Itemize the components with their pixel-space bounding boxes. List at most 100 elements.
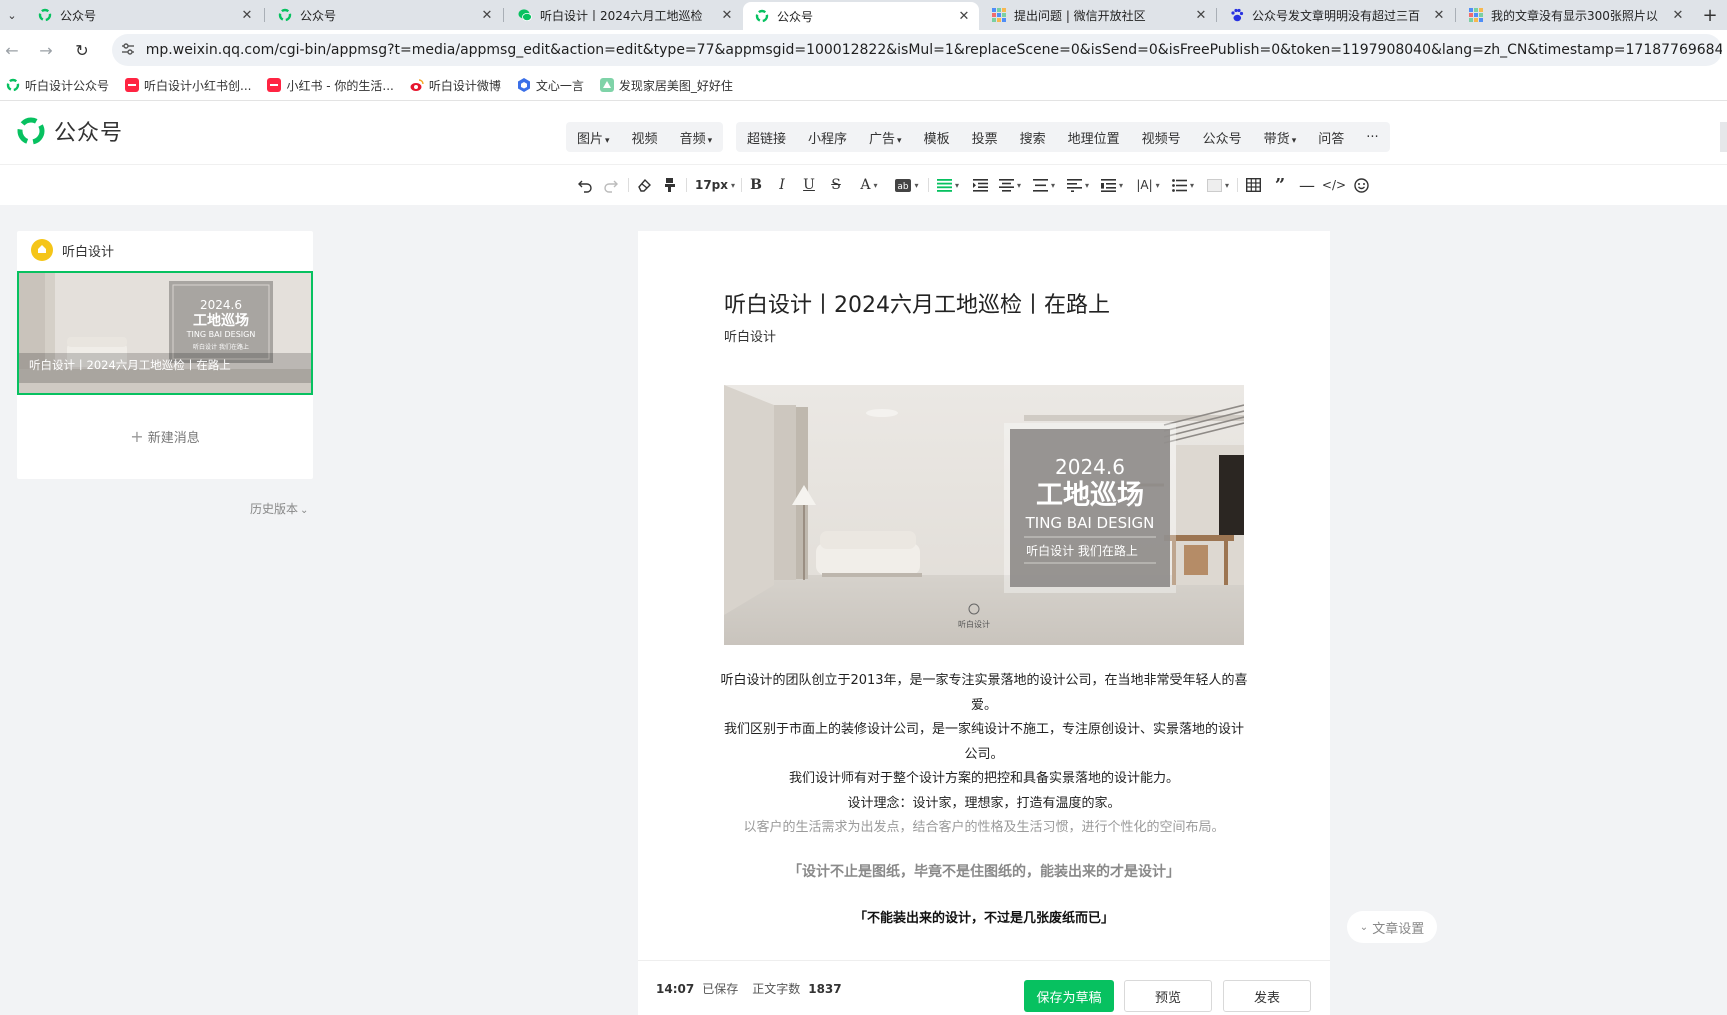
insert-channels-button[interactable]: 视频号 bbox=[1131, 128, 1192, 147]
tab-close-icon[interactable]: ✕ bbox=[1428, 8, 1450, 23]
insert-image-menu[interactable]: 图片 ▾ bbox=[566, 128, 621, 147]
paragraph-spacing-icon[interactable]: ▾ bbox=[1030, 165, 1058, 205]
tab-title: 我的文章没有显示300张照片以 bbox=[1491, 8, 1658, 23]
address-bar[interactable]: mp.weixin.qq.com/cgi-bin/appmsg?t=media/… bbox=[112, 34, 1722, 66]
new-tab-plus-icon[interactable]: + bbox=[1696, 0, 1724, 30]
clear-format-icon[interactable] bbox=[634, 165, 654, 205]
history-versions-link[interactable]: 历史版本 ⌄ bbox=[250, 500, 308, 517]
article-cover-image[interactable]: 2024.6 工地巡场 TING BAI DESIGN 听白设计 我们在路上 听… bbox=[724, 385, 1244, 645]
indent-icon[interactable] bbox=[970, 165, 990, 205]
mp-logo[interactable]: 公众号 bbox=[16, 115, 123, 147]
preview-button[interactable]: 预览 bbox=[1124, 980, 1212, 1012]
redo-icon[interactable] bbox=[601, 165, 621, 205]
cover-watermark: 听白设计 bbox=[958, 619, 990, 629]
align-justify-icon[interactable]: ▾ bbox=[934, 165, 962, 205]
bold-icon[interactable]: B bbox=[747, 165, 765, 205]
quote-paragraph[interactable]: 「不能装出来的设计，不过是几张废纸而已」 bbox=[720, 907, 1248, 932]
browser-tab[interactable]: 听白设计丨2024六月工地巡检 ✕ bbox=[506, 2, 742, 28]
font-color-icon[interactable]: A ▾ bbox=[855, 165, 883, 205]
text-width-icon[interactable]: |A| ▾ bbox=[1134, 165, 1162, 205]
insert-vote-button[interactable]: 投票 bbox=[961, 128, 1009, 147]
code-icon[interactable]: </> bbox=[1322, 165, 1346, 205]
paragraph[interactable]: 我们设计师有对于整个设计方案的把控和具备实景落地的设计能力。 bbox=[720, 767, 1248, 792]
letter-spacing-icon[interactable]: ▾ bbox=[1064, 165, 1092, 205]
underline-icon[interactable]: U bbox=[800, 165, 818, 205]
format-painter-icon[interactable] bbox=[660, 165, 680, 205]
tab-search-chevron-icon[interactable]: ⌄ bbox=[0, 0, 24, 30]
paragraph[interactable]: 以客户的生活需求为出发点，结合客户的性格及生活习惯，进行个性化的空间布局。 bbox=[720, 816, 1248, 841]
forward-arrow-icon[interactable]: → bbox=[36, 40, 56, 60]
insert-miniprogram-button[interactable]: 小程序 bbox=[797, 128, 858, 147]
bookmark-item[interactable]: 发现家居美图_好好住 bbox=[599, 77, 733, 94]
browser-tab[interactable]: 公众号发文章明明没有超过三百 ✕ bbox=[1218, 2, 1454, 28]
browser-tab[interactable]: 公众号 ✕ bbox=[266, 2, 502, 28]
insert-goods-menu[interactable]: 带货 ▾ bbox=[1253, 128, 1308, 147]
insert-ad-menu[interactable]: 广告 ▾ bbox=[858, 128, 913, 147]
save-draft-button[interactable]: 保存为草稿 bbox=[1024, 980, 1114, 1012]
tab-close-icon[interactable]: ✕ bbox=[953, 9, 975, 24]
article-thumbnail-selected[interactable]: 2024.6 工地巡场 TING BAI DESIGN 听白设计 我们在路上 听… bbox=[17, 271, 313, 395]
insert-account-button[interactable]: 公众号 bbox=[1192, 128, 1253, 147]
paragraph[interactable]: 我们区别于市面上的装修设计公司，是一家纯设计不施工，专注原创设计、实景落地的设计… bbox=[720, 718, 1248, 767]
plus-icon: + bbox=[130, 427, 144, 446]
paragraph[interactable]: 听白设计的团队创立于2013年，是一家专注实景落地的设计公司，在当地非常受年轻人… bbox=[720, 669, 1248, 718]
format-toolbar: 17px ▾ B I U S A ▾ ab ▾ ▾ ▾ ▾ ▾ ▾ |A| ▾ ▾ ▾ … bbox=[0, 164, 1727, 205]
tab-close-icon[interactable]: ✕ bbox=[1190, 8, 1212, 23]
insert-qa-button[interactable]: 问答 bbox=[1307, 128, 1355, 147]
browser-tab[interactable]: 公众号 ✕ bbox=[26, 2, 262, 28]
browser-tab-active[interactable]: 公众号 ✕ bbox=[743, 2, 979, 30]
bookmark-item[interactable]: 小红书 - 你的生活... bbox=[267, 77, 394, 94]
insert-audio-menu[interactable]: 音频 ▾ bbox=[669, 128, 724, 147]
insert-search-button[interactable]: 搜索 bbox=[1009, 128, 1057, 147]
new-message-button[interactable]: + 新建消息 bbox=[17, 427, 313, 446]
word-count-label: 正文字数 bbox=[752, 982, 801, 996]
article-body[interactable]: 听白设计的团队创立于2013年，是一家专注实景落地的设计公司，在当地非常受年轻人… bbox=[720, 669, 1248, 932]
tab-close-icon[interactable]: ✕ bbox=[1667, 8, 1689, 23]
toolbar-divider bbox=[928, 178, 929, 192]
article-author[interactable]: 听白设计 bbox=[724, 326, 776, 345]
insert-location-button[interactable]: 地理位置 bbox=[1057, 128, 1131, 147]
quote-icon[interactable]: ” bbox=[1270, 165, 1290, 205]
bookmark-item[interactable]: 听白设计公众号 bbox=[6, 77, 109, 94]
publish-button[interactable]: 发表 bbox=[1223, 980, 1311, 1012]
tab-close-icon[interactable]: ✕ bbox=[716, 8, 738, 23]
insert-link-button[interactable]: 超链接 bbox=[736, 128, 797, 147]
quote-paragraph[interactable]: 「设计不止是图纸，毕竟不是住图纸的，能装出来的才是设计」 bbox=[720, 860, 1248, 885]
editor-bottom-bar: 14:07 已保存 正文字数 1837 保存为草稿 预览 发表 bbox=[638, 960, 1330, 1015]
list-icon[interactable]: ▾ bbox=[1169, 165, 1197, 205]
insert-template-button[interactable]: 模板 bbox=[913, 128, 961, 147]
insert-video-button[interactable]: 视频 bbox=[621, 128, 669, 147]
tab-close-icon[interactable]: ✕ bbox=[236, 8, 258, 23]
undo-icon[interactable] bbox=[575, 165, 595, 205]
strikethrough-icon[interactable]: S bbox=[827, 165, 845, 205]
weixin-mp-icon bbox=[6, 78, 20, 92]
browser-tab[interactable]: 我的文章没有显示300张照片以 ✕ bbox=[1457, 2, 1693, 28]
paragraph[interactable]: 设计理念：设计家，理想家，打造有温度的家。 bbox=[720, 792, 1248, 817]
bookmark-item[interactable]: 文心一言 bbox=[517, 77, 584, 94]
article-settings-button[interactable]: ⌄ 文章设置 bbox=[1347, 911, 1437, 943]
font-size-dropdown[interactable]: 17px ▾ bbox=[692, 165, 738, 205]
browser-tab[interactable]: 提出问题 | 微信开放社区 ✕ bbox=[980, 2, 1216, 28]
article-title[interactable]: 听白设计丨2024六月工地巡检丨在路上 bbox=[724, 287, 1110, 319]
tab-close-icon[interactable]: ✕ bbox=[476, 8, 498, 23]
text-indent-icon[interactable]: ▾ bbox=[1098, 165, 1126, 205]
border-style-icon[interactable]: ▾ bbox=[1204, 165, 1232, 205]
reload-icon[interactable]: ↻ bbox=[72, 40, 92, 60]
logo-text: 公众号 bbox=[54, 121, 124, 146]
more-insert-icon[interactable]: ··· bbox=[1355, 130, 1389, 145]
weixin-mp-icon bbox=[755, 9, 769, 23]
url-text[interactable]: mp.weixin.qq.com/cgi-bin/appmsg?t=media/… bbox=[146, 42, 1722, 58]
background-color-icon[interactable]: ab ▾ bbox=[891, 165, 923, 205]
italic-icon[interactable]: I bbox=[773, 165, 791, 205]
bookmark-item[interactable]: 听白设计小红书创... bbox=[125, 77, 251, 94]
article-editor[interactable]: 听白设计丨2024六月工地巡检丨在路上 听白设计 2024.6 工地巡场 TIN… bbox=[638, 231, 1330, 1014]
back-arrow-icon[interactable]: ← bbox=[2, 40, 22, 60]
site-info-icon[interactable] bbox=[118, 42, 138, 59]
divider-line-icon[interactable]: — bbox=[1297, 165, 1317, 205]
table-icon[interactable] bbox=[1243, 165, 1263, 205]
weibo-icon bbox=[410, 78, 424, 92]
emoji-icon[interactable] bbox=[1351, 165, 1371, 205]
bookmark-item[interactable]: 听白设计微博 bbox=[410, 77, 501, 94]
line-spacing-icon[interactable]: ▾ bbox=[996, 165, 1024, 205]
baidu-icon bbox=[1230, 8, 1244, 22]
